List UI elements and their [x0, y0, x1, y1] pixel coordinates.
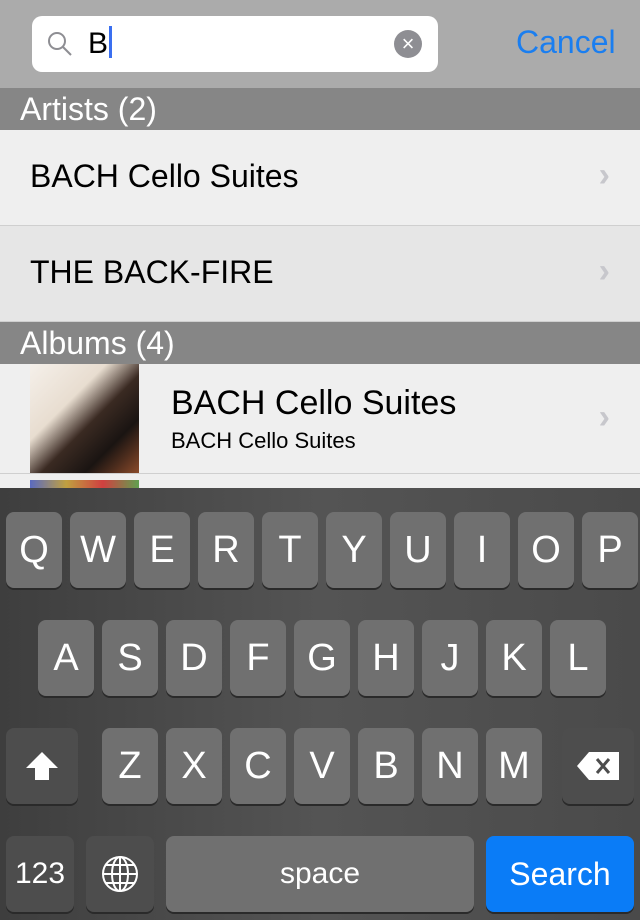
- key-g[interactable]: G: [294, 620, 350, 696]
- key-y[interactable]: Y: [326, 512, 382, 588]
- key-v[interactable]: V: [294, 728, 350, 804]
- key-m[interactable]: M: [486, 728, 542, 804]
- cancel-button[interactable]: Cancel: [516, 24, 616, 61]
- key-w[interactable]: W: [70, 512, 126, 588]
- search-input[interactable]: B ×: [32, 16, 438, 72]
- shift-icon: [26, 752, 58, 780]
- shift-key[interactable]: [6, 728, 78, 804]
- key-k[interactable]: K: [486, 620, 542, 696]
- search-bar: B × Cancel: [0, 0, 640, 88]
- chevron-right-icon: ›: [598, 398, 610, 436]
- chevron-right-icon: ›: [598, 156, 610, 194]
- section-header-artists: Artists (2): [0, 88, 640, 130]
- key-x[interactable]: X: [166, 728, 222, 804]
- key-c[interactable]: C: [230, 728, 286, 804]
- list-item[interactable]: THE BACK-FIRE ›: [0, 226, 640, 322]
- space-key[interactable]: space: [166, 836, 474, 912]
- list-item[interactable]: BACH Cello Suites BACH Cello Suites ›: [0, 364, 640, 474]
- keyboard: QWERTYUIOP ASDFGHJKL ZXCVBNM 123 space Sea…: [0, 488, 640, 920]
- search-icon: [48, 32, 72, 56]
- clear-icon[interactable]: ×: [394, 30, 422, 58]
- globe-icon: [102, 856, 138, 892]
- search-value: B: [88, 27, 109, 60]
- key-s[interactable]: S: [102, 620, 158, 696]
- text-caret: [109, 26, 113, 58]
- key-o[interactable]: O: [518, 512, 574, 588]
- key-n[interactable]: N: [422, 728, 478, 804]
- globe-key[interactable]: [86, 836, 154, 912]
- key-e[interactable]: E: [134, 512, 190, 588]
- key-z[interactable]: Z: [102, 728, 158, 804]
- item-subtitle: BACH Cello Suites: [171, 428, 356, 453]
- chevron-right-icon: ›: [598, 252, 610, 290]
- key-r[interactable]: R: [198, 512, 254, 588]
- key-b[interactable]: B: [358, 728, 414, 804]
- key-u[interactable]: U: [390, 512, 446, 588]
- key-d[interactable]: D: [166, 620, 222, 696]
- key-f[interactable]: F: [230, 620, 286, 696]
- key-h[interactable]: H: [358, 620, 414, 696]
- album-artwork: [30, 364, 139, 473]
- item-title: BACH Cello Suites: [171, 384, 457, 422]
- backspace-key[interactable]: [562, 728, 634, 804]
- search-key[interactable]: Search: [486, 836, 634, 912]
- item-title: BACH Cello Suites: [30, 158, 299, 194]
- key-i[interactable]: I: [454, 512, 510, 588]
- item-title: THE BACK-FIRE: [30, 254, 274, 290]
- key-j[interactable]: J: [422, 620, 478, 696]
- list-item[interactable]: BACH Cello Suites ›: [0, 130, 640, 226]
- key-q[interactable]: Q: [6, 512, 62, 588]
- section-header-albums: Albums (4): [0, 322, 640, 364]
- numbers-key[interactable]: 123: [6, 836, 74, 912]
- key-t[interactable]: T: [262, 512, 318, 588]
- key-p[interactable]: P: [582, 512, 638, 588]
- key-l[interactable]: L: [550, 620, 606, 696]
- backspace-icon: [577, 752, 619, 780]
- key-a[interactable]: A: [38, 620, 94, 696]
